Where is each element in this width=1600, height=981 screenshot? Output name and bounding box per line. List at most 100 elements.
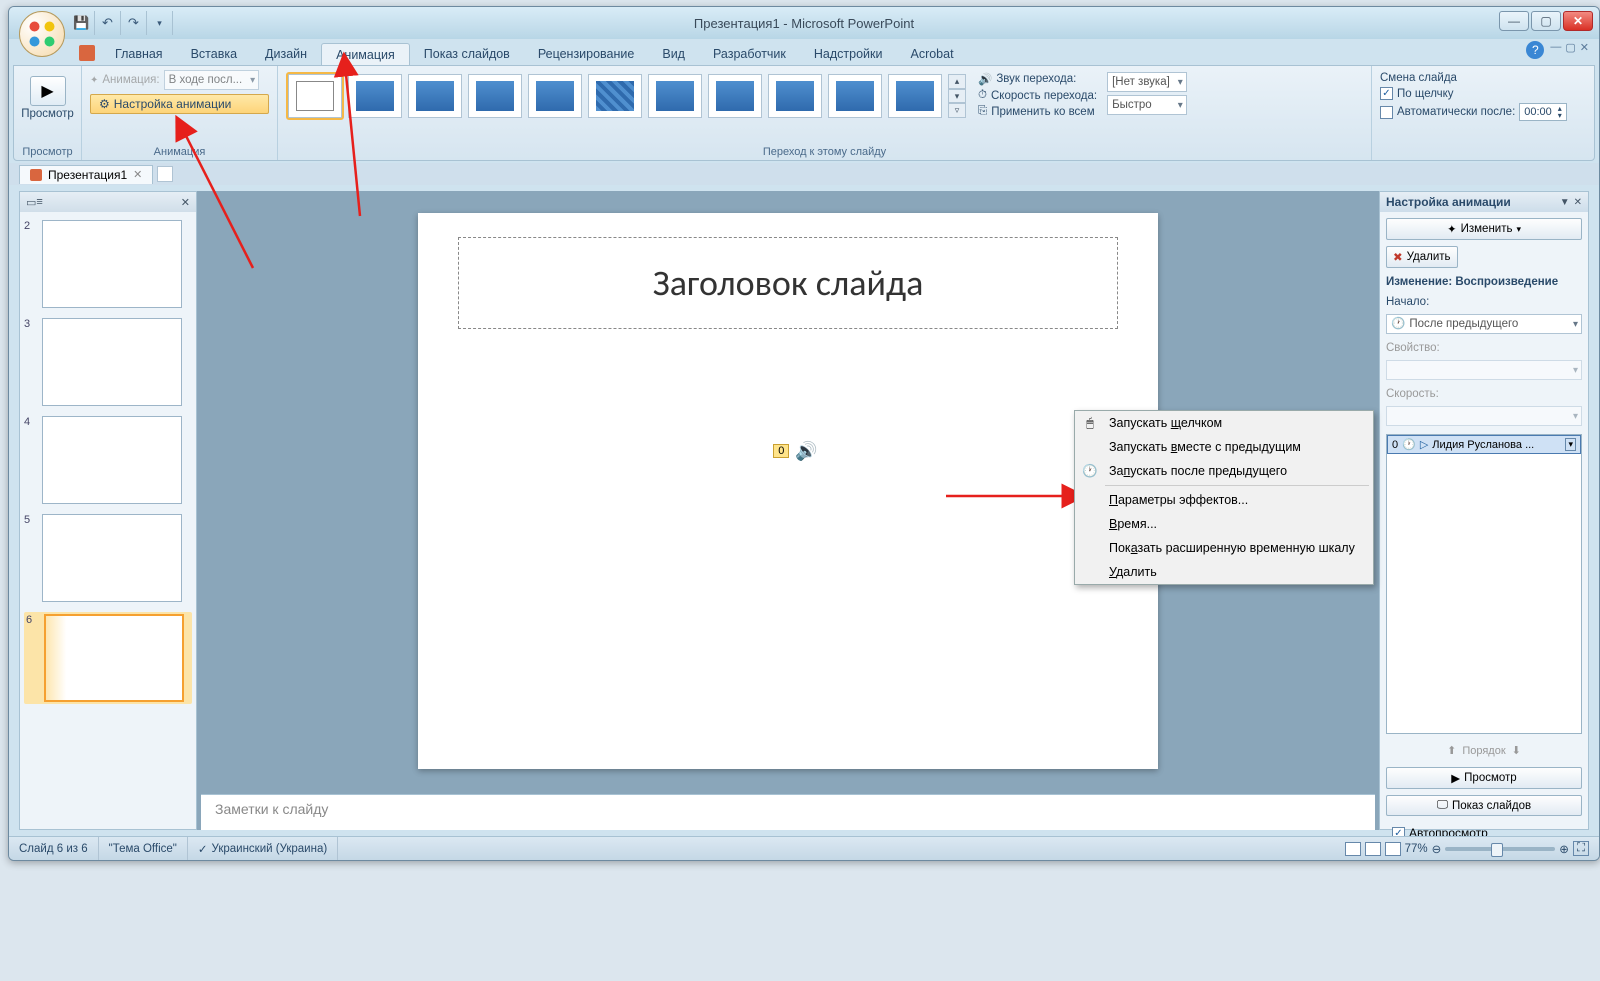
slideshow-button[interactable]: 🖵Показ слайдов: [1386, 795, 1582, 816]
compat-mode-icon[interactable]: [79, 45, 95, 61]
qat-undo-icon[interactable]: ↶: [95, 11, 121, 35]
slide-thumbnail[interactable]: 5: [24, 514, 192, 602]
menu-item[interactable]: Удалить: [1075, 560, 1373, 584]
tab-вид[interactable]: Вид: [648, 43, 699, 65]
maximize-button[interactable]: ▢: [1531, 11, 1561, 31]
ribbon-tabs: ГлавнаяВставкаДизайнАнимацияПоказ слайдо…: [9, 39, 1599, 65]
office-button[interactable]: [19, 11, 65, 57]
annotation-arrow: [340, 56, 380, 231]
apply-all-icon: ⎘: [978, 105, 987, 118]
normal-view-icon[interactable]: [1345, 842, 1361, 856]
tab-рецензирование[interactable]: Рецензирование: [524, 43, 649, 65]
auto-after-checkbox[interactable]: [1380, 106, 1393, 119]
document-tab[interactable]: Презентация1 ✕: [19, 165, 153, 184]
custom-animation-button[interactable]: ⚙ Настройка анимации: [90, 94, 269, 114]
clock-icon: 🕐: [1402, 438, 1416, 451]
tab-главная[interactable]: Главная: [101, 43, 177, 65]
slide-thumbnail[interactable]: 4: [24, 416, 192, 504]
outline-view-icon[interactable]: ▭: [26, 196, 36, 209]
mdi-minimize[interactable]: —: [1550, 41, 1561, 59]
play-preview-button[interactable]: ▶Просмотр: [1386, 767, 1582, 789]
tab-надстройки[interactable]: Надстройки: [800, 43, 897, 65]
speed-dropdown[interactable]: Быстро: [1107, 95, 1187, 115]
menu-item[interactable]: 🖱Запускать щелчком: [1075, 411, 1373, 435]
sound-object[interactable]: 0 🔊: [773, 441, 818, 462]
transition-item[interactable]: [588, 74, 642, 118]
slide-thumbnail[interactable]: 3: [24, 318, 192, 406]
fit-view-icon[interactable]: ⛶: [1573, 841, 1589, 856]
menu-item[interactable]: Время...: [1075, 512, 1373, 536]
mdi-close[interactable]: ✕: [1580, 41, 1589, 59]
group-label-preview: Просмотр: [14, 146, 81, 158]
spell-icon: ✓: [198, 842, 208, 856]
animation-entry[interactable]: 0 🕐 ▷ Лидия Русланова ... ▾: [1387, 435, 1581, 454]
tab-дизайн[interactable]: Дизайн: [251, 43, 321, 65]
transition-item[interactable]: [468, 74, 522, 118]
window-title: Презентация1 - Microsoft PowerPoint: [694, 16, 914, 31]
qat-redo-icon[interactable]: ↷: [121, 11, 147, 35]
zoom-percent[interactable]: 77%: [1405, 843, 1428, 855]
speed-icon: ⏱: [978, 89, 987, 102]
entry-dropdown-icon[interactable]: ▾: [1565, 438, 1576, 451]
transition-item[interactable]: [828, 74, 882, 118]
zoom-in-icon[interactable]: ⊕: [1559, 842, 1569, 856]
menu-item[interactable]: Параметры эффектов...: [1075, 488, 1373, 512]
help-icon[interactable]: ?: [1526, 41, 1544, 59]
property-dropdown: [1386, 360, 1582, 380]
language-indicator[interactable]: ✓Украинский (Украина): [188, 837, 338, 860]
transition-item[interactable]: [708, 74, 762, 118]
transition-item[interactable]: [888, 74, 942, 118]
preview-button[interactable]: ▶ Просмотр: [22, 70, 73, 120]
notes-pane[interactable]: Заметки к слайду: [201, 794, 1375, 830]
gallery-scroll[interactable]: ▴▾▿: [948, 74, 966, 118]
minimize-button[interactable]: —: [1499, 11, 1529, 31]
move-down-icon[interactable]: ⬇: [1512, 744, 1521, 757]
slideshow-view-icon[interactable]: [1385, 842, 1401, 856]
group-label-transition: Переход к этому слайду: [278, 146, 1371, 158]
mdi-restore[interactable]: ▢: [1565, 41, 1575, 59]
close-button[interactable]: ✕: [1563, 11, 1593, 31]
tab-close-icon[interactable]: ✕: [133, 168, 142, 181]
sorter-view-icon[interactable]: [1365, 842, 1381, 856]
transition-item[interactable]: [768, 74, 822, 118]
sound-dropdown[interactable]: [Нет звука]: [1107, 72, 1187, 92]
transition-item[interactable]: [648, 74, 702, 118]
transition-item[interactable]: [528, 74, 582, 118]
sound-icon: 🔊: [978, 72, 992, 86]
transition-item[interactable]: [408, 74, 462, 118]
remove-effect-button[interactable]: ✖Удалить: [1386, 246, 1458, 268]
pane-close-icon[interactable]: ✕: [1574, 197, 1582, 208]
animation-dropdown[interactable]: В ходе посл...: [164, 70, 260, 90]
zoom-out-icon[interactable]: ⊖: [1432, 842, 1442, 856]
menu-item[interactable]: 🕐Запускать после предыдущего: [1075, 459, 1373, 483]
transition-none[interactable]: [288, 74, 342, 118]
qat-save-icon[interactable]: 💾: [69, 11, 95, 35]
speaker-icon: 🔊: [795, 441, 817, 462]
modify-header: Изменение: Воспроизведение: [1386, 274, 1582, 288]
title-placeholder[interactable]: Заголовок слайда: [458, 237, 1118, 329]
anim-speed-dropdown: [1386, 406, 1582, 426]
start-dropdown[interactable]: 🕐После предыдущего: [1386, 314, 1582, 334]
slide-thumbnail[interactable]: 2: [24, 220, 192, 308]
auto-after-time[interactable]: 00:00▴▾: [1519, 103, 1567, 121]
move-up-icon[interactable]: ⬆: [1447, 744, 1456, 757]
preview-icon: ▶: [30, 76, 66, 106]
tab-acrobat[interactable]: Acrobat: [896, 43, 967, 65]
new-tab[interactable]: [157, 166, 173, 182]
tab-разработчик[interactable]: Разработчик: [699, 43, 800, 65]
qat-more-icon[interactable]: ▾: [147, 11, 173, 35]
tab-вставка[interactable]: Вставка: [177, 43, 251, 65]
menu-item[interactable]: Запускать вместе с предыдущим: [1075, 435, 1373, 459]
apply-all-button[interactable]: ⎘Применить ко всем: [978, 105, 1097, 118]
slides-view-icon[interactable]: ≡: [36, 196, 42, 208]
delete-icon: ✖: [1393, 250, 1403, 264]
slide-thumbnail[interactable]: 6: [24, 612, 192, 704]
pane-menu-icon[interactable]: ▼: [1560, 197, 1570, 208]
tab-показ слайдов[interactable]: Показ слайдов: [410, 43, 524, 65]
zoom-slider[interactable]: [1445, 847, 1555, 851]
on-click-checkbox[interactable]: ✓: [1380, 87, 1393, 100]
slide-count: Слайд 6 из 6: [9, 837, 99, 860]
menu-item[interactable]: Показать расширенную временную шкалу: [1075, 536, 1373, 560]
annotation-arrow: [175, 118, 265, 283]
change-effect-button[interactable]: ✦Изменить▾: [1386, 218, 1582, 240]
